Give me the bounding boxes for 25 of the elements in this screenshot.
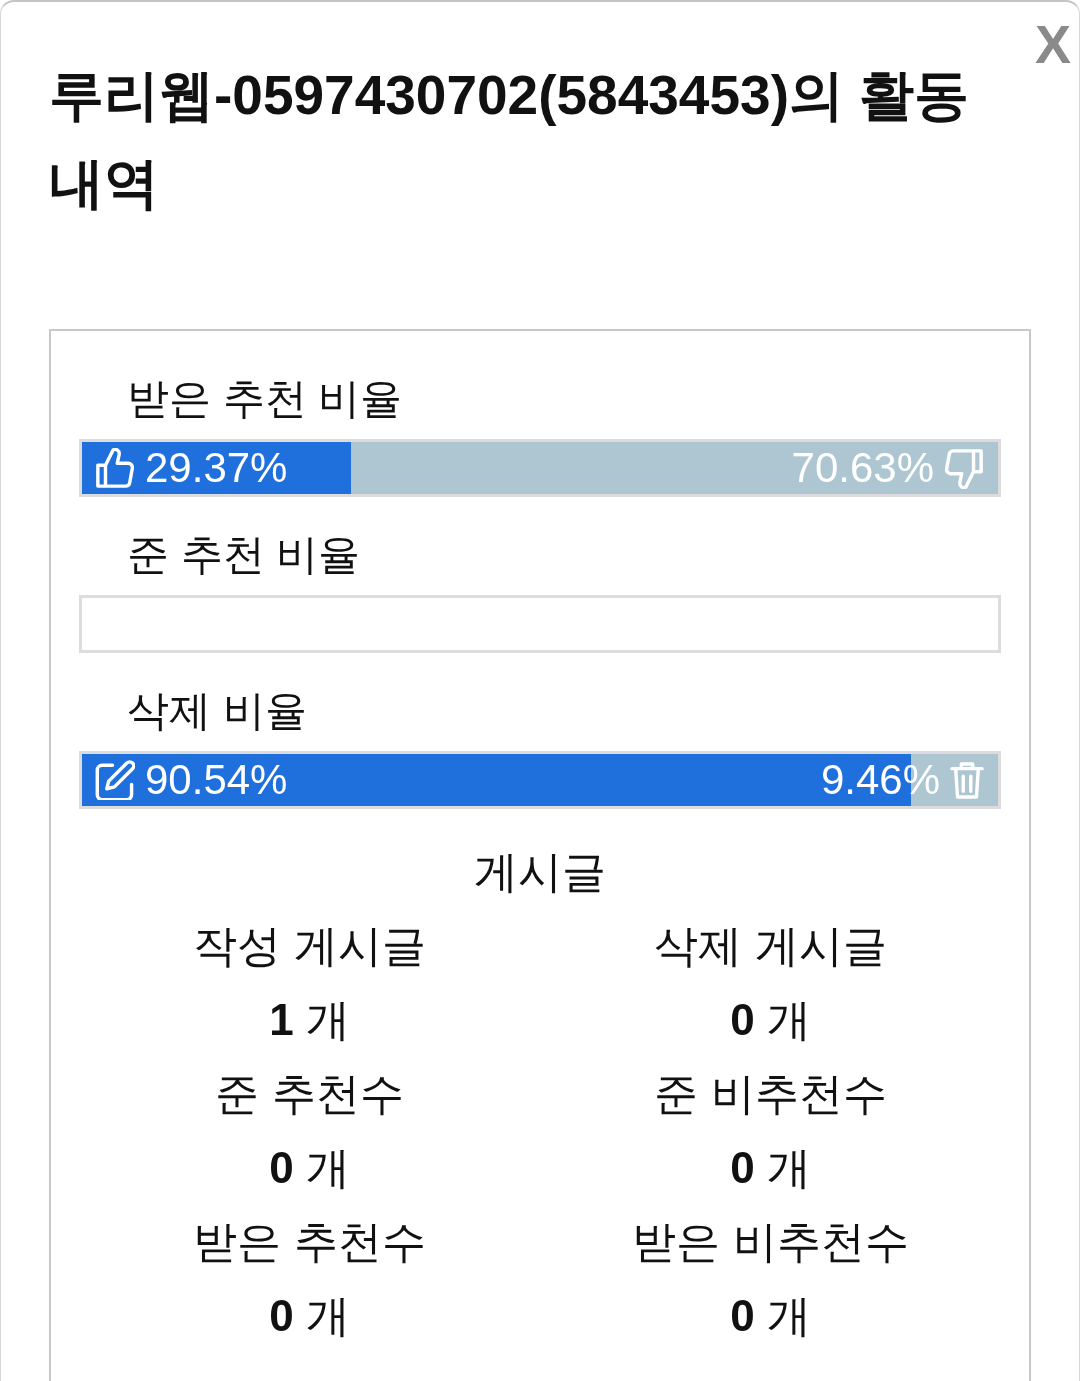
thumbs-down-icon [944,447,984,489]
edit-icon [95,760,135,800]
stat-label: 받은 추천수 [192,1216,427,1268]
stat-value: 1 개 [268,994,351,1046]
percentage-text: 90.54% [145,755,288,805]
stat-label: 준 추천수 [214,1068,405,1120]
stat-label: 작성 게시글 [192,920,427,972]
percentage-text: 29.37% [145,443,288,493]
stat-value: 0 개 [268,1290,351,1342]
stat-label: 삭제 게시글 [653,920,888,972]
stat-value: 0 개 [729,1142,812,1194]
percentage-text: 70.63% [791,443,934,493]
stat-value: 0 개 [729,994,812,1046]
thumbs-up-icon [95,447,135,489]
stat-value: 0 개 [268,1142,351,1194]
modal-title: 루리웹-0597430702(5843453)의 활동 내역 [49,63,971,216]
stat-value: 0 개 [729,1290,812,1342]
close-button[interactable]: X [1034,16,1071,72]
trash-icon [950,760,984,800]
stat-label: 준 비추천수 [653,1068,888,1120]
stat-label: 받은 비추천수 [631,1216,910,1268]
ratio-label: 받은 추천 비율 [126,374,404,424]
ratio-label: 준 추천 비율 [126,530,362,580]
ratio-label: 삭제 비율 [126,686,308,736]
section-heading: 게시글 [473,846,607,898]
